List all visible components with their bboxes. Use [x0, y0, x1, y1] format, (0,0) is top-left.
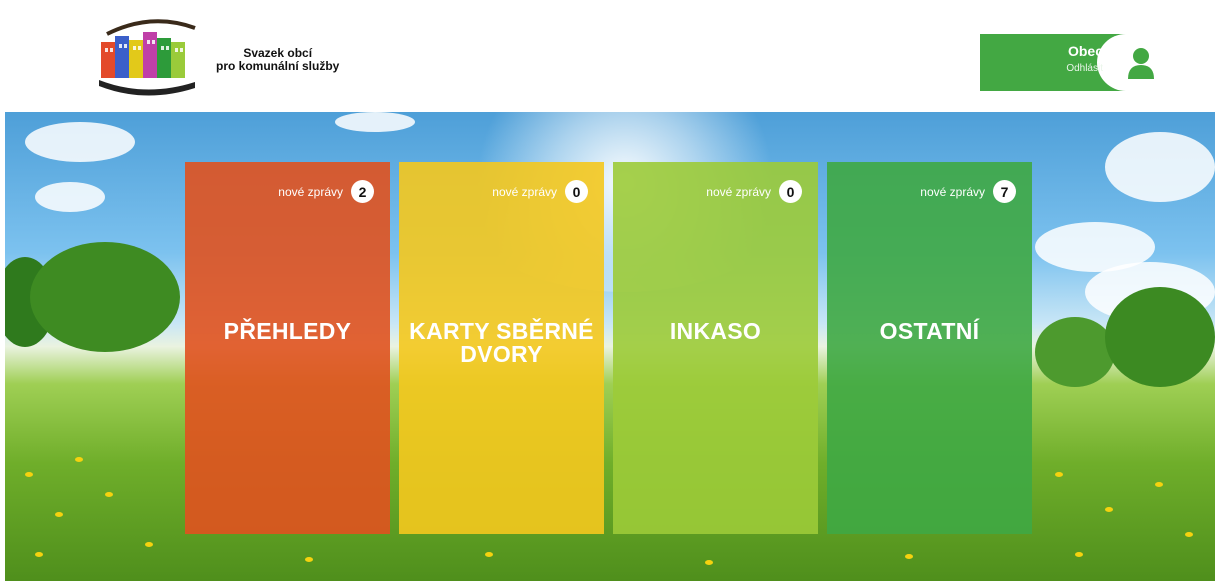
cloud: [25, 122, 135, 162]
new-messages-count-badge: 2: [351, 180, 374, 203]
new-messages-label: nové zprávy: [278, 184, 343, 199]
flower: [905, 554, 913, 559]
flower: [305, 557, 313, 562]
cloud: [1105, 132, 1215, 202]
tile-title: INKASO: [669, 318, 762, 344]
user-name: Obec: [1067, 43, 1103, 59]
org-name-line2: pro komunální služby: [216, 59, 340, 73]
tile-ostatni[interactable]: nové zprávy 7 OSTATNÍ: [827, 162, 1032, 534]
flower: [1075, 552, 1083, 557]
flower: [1185, 532, 1193, 537]
tile-title: KARTY SBĚRNÉ DVORY: [409, 318, 594, 367]
new-messages-count-badge: 7: [993, 180, 1016, 203]
flower: [55, 512, 63, 517]
new-messages-indicator: nové zprávy 7: [920, 180, 1016, 203]
new-messages-label: nové zprávy: [492, 184, 557, 199]
tile-inkaso[interactable]: nové zprávy 0 INKASO: [613, 162, 818, 534]
tree: [30, 242, 180, 352]
tree: [1105, 287, 1215, 387]
flower: [145, 542, 153, 547]
new-messages-count-badge: 0: [779, 180, 802, 203]
tile-title: OSTATNÍ: [879, 318, 980, 344]
flower: [35, 552, 43, 557]
logo[interactable]: [95, 16, 207, 98]
logout-link[interactable]: Odhlásit: [980, 63, 1103, 74]
user-panel: Obec Odhlásit: [980, 34, 1175, 91]
tile-karty-sberne-dvory[interactable]: nové zprávy 0 KARTY SBĚRNÉ DVORY: [399, 162, 604, 534]
new-messages-indicator: nové zprávy 0: [706, 180, 802, 203]
organization-name: Svazek obcí pro komunální služby: [216, 47, 339, 73]
flower: [25, 472, 33, 477]
tile-prehledy[interactable]: nové zprávy 2 PŘEHLEDY: [185, 162, 390, 534]
tree: [1035, 317, 1115, 387]
houses-logo-icon: [99, 19, 196, 96]
flower: [1105, 507, 1113, 512]
header: Svazek obcí pro komunální služby Obec Od…: [0, 0, 1215, 112]
new-messages-label: nové zprávy: [920, 184, 985, 199]
new-messages-indicator: nové zprávy 2: [278, 180, 374, 203]
cloud: [35, 182, 105, 212]
flower: [485, 552, 493, 557]
flower: [705, 560, 713, 565]
flower: [1155, 482, 1163, 487]
new-messages-count-badge: 0: [565, 180, 588, 203]
tile-title: PŘEHLEDY: [223, 318, 352, 344]
new-messages-label: nové zprávy: [706, 184, 771, 199]
user-icon[interactable]: [1126, 47, 1156, 79]
cloud: [335, 112, 415, 132]
new-messages-indicator: nové zprávy 0: [492, 180, 588, 203]
flower: [75, 457, 83, 462]
flower: [1055, 472, 1063, 477]
flower: [105, 492, 113, 497]
